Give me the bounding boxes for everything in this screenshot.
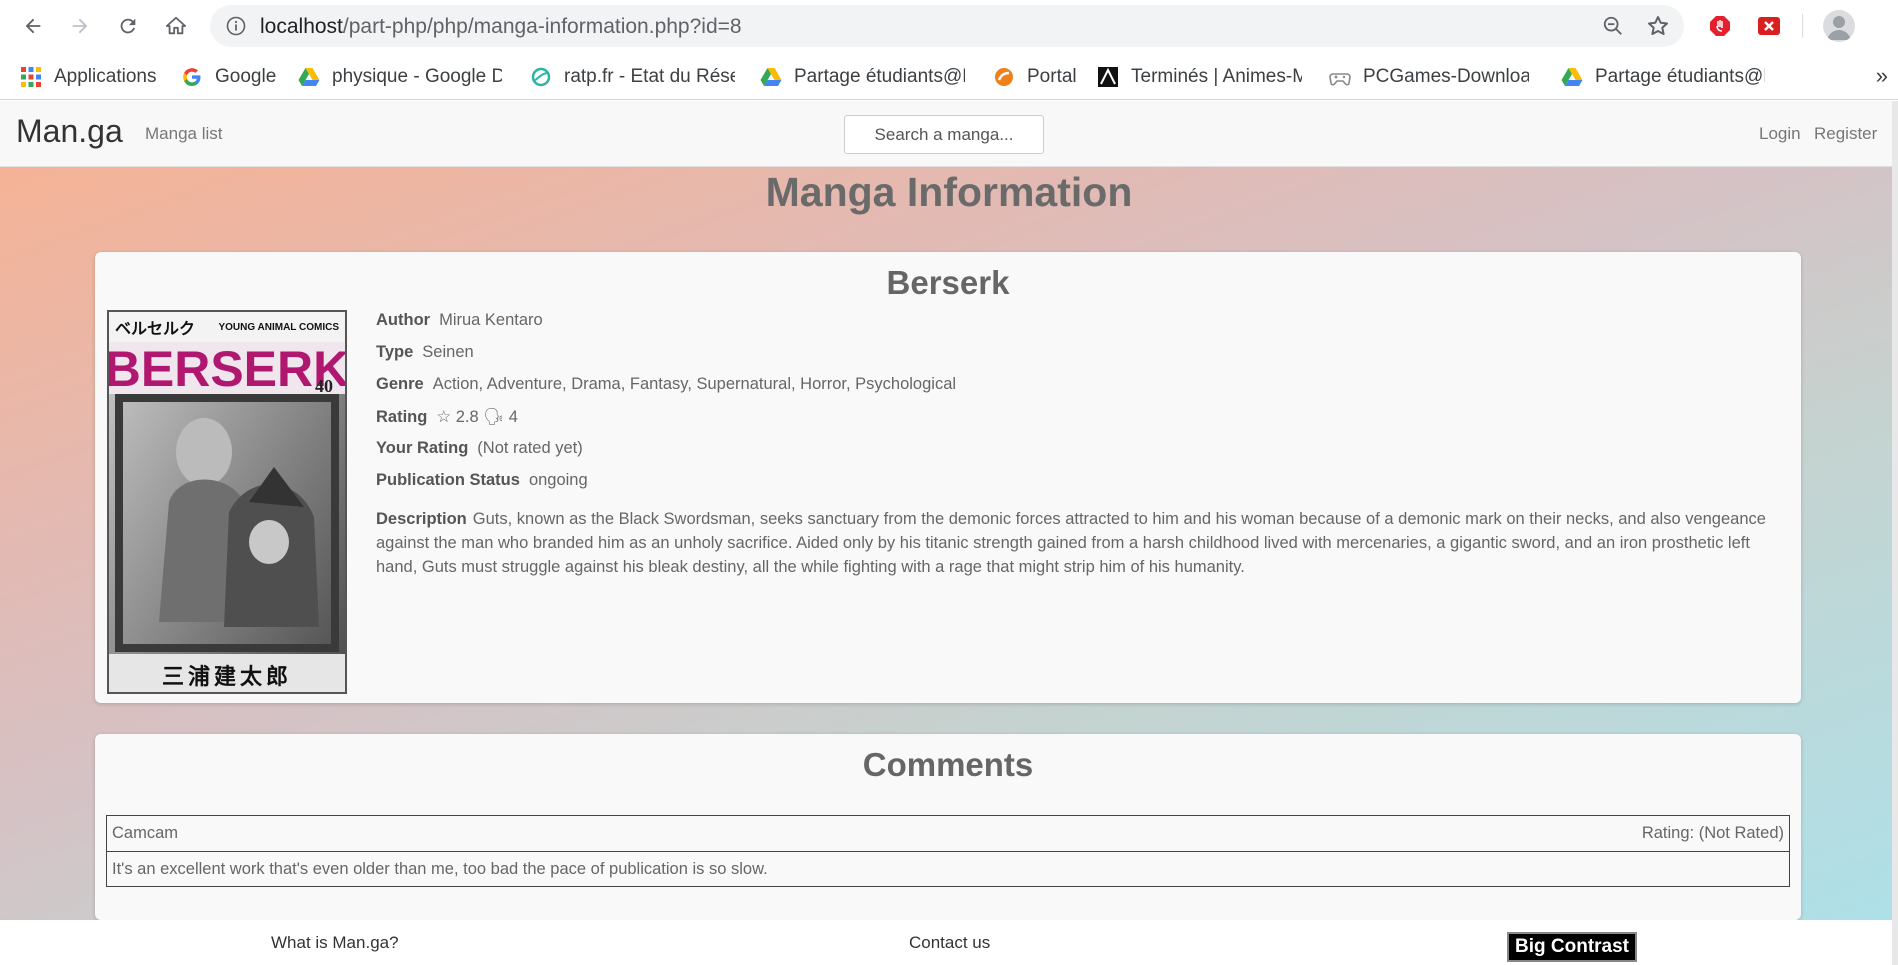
google-drive-icon (298, 68, 320, 86)
type-label: Type (376, 343, 414, 361)
bookmarks-overflow-icon[interactable]: » (1876, 63, 1888, 89)
bookmark-label: physique - Google Dr (332, 66, 502, 87)
site-navbar: Man.ga Manga list Login Register (0, 101, 1898, 167)
comment-header-row: Camcam Rating: (Not Rated) (107, 816, 1789, 851)
bookmark-ratp[interactable]: ratp.fr - Etat du Résea (530, 63, 735, 91)
address-bar[interactable]: localhost/part-php/php/manga-information… (210, 5, 1684, 47)
cover-author-kanji: 三浦建太郎 (162, 664, 292, 690)
type-value: Seinen (422, 343, 474, 361)
cover-volume: 40 (315, 376, 333, 396)
comment-body-row: It's an excellent work that's even older… (107, 851, 1789, 886)
contact-us-link[interactable]: Contact us (909, 933, 990, 953)
bookmark-label: Google (215, 66, 277, 87)
author-value: Mirua Kentaro (439, 311, 543, 329)
forward-button[interactable] (62, 8, 98, 44)
bookmark-label: Applications (54, 66, 157, 87)
publication-status-value: ongoing (528, 471, 588, 489)
url-path: /part-php/php/manga-information.php?id=8 (342, 15, 742, 38)
comments-card: Comments Camcam Rating: (Not Rated) It's… (95, 734, 1801, 920)
cover-kana-title: ベルセルク (115, 319, 195, 338)
bookmark-applications[interactable]: Applications (20, 63, 162, 91)
description-value: Guts, known as the Black Swordsman, seek… (376, 510, 1766, 576)
bookmark-pcgames[interactable]: PCGames-Download (1329, 63, 1529, 91)
profile-avatar-icon[interactable] (1823, 10, 1855, 42)
bookmark-label: PCGames-Download (1363, 66, 1529, 87)
your-rating-value[interactable]: (Not rated yet) (477, 439, 582, 457)
google-icon (183, 68, 201, 86)
genre-label: Genre (376, 375, 424, 393)
cover-publisher: YOUNG ANIMAL COMICS (218, 322, 339, 333)
cover-logo: BERSERK (109, 341, 345, 397)
apps-grid-icon (21, 67, 41, 87)
adblock-extension-icon[interactable] (1708, 14, 1732, 38)
comment-table: Camcam Rating: (Not Rated) It's an excel… (106, 815, 1790, 887)
publication-status-label: Publication Status (376, 471, 520, 489)
bookmark-star-icon[interactable] (1646, 14, 1670, 38)
browser-toolbar: localhost/part-php/php/manga-information… (0, 0, 1898, 54)
register-link[interactable]: Register (1814, 124, 1877, 144)
bookmark-partage-etudiants-1[interactable]: Partage étudiants@EF (760, 63, 965, 91)
home-button[interactable] (158, 8, 194, 44)
ratp-icon (531, 67, 551, 87)
your-rating-label: Your Rating (376, 439, 469, 457)
bookmark-label: Partage étudiants@EF (1595, 66, 1765, 87)
bookmark-google[interactable]: Google (181, 63, 281, 91)
gamepad-icon (1329, 73, 1351, 86)
page-scrollbar[interactable] (1892, 101, 1898, 965)
reload-icon (120, 18, 136, 34)
bookmark-partage-etudiants-2[interactable]: Partage étudiants@EF (1561, 63, 1765, 91)
manga-list-link[interactable]: Manga list (145, 124, 222, 144)
rating-row: Rating ☆ 2.8 🗣 4 (376, 407, 518, 427)
url-text: localhost/part-php/php/manga-information… (260, 15, 742, 39)
genre-row: Genre Action, Adventure, Drama, Fantasy, … (376, 375, 956, 394)
author-row: Author Mirua Kentaro (376, 311, 543, 330)
rating-label: Rating (376, 408, 428, 426)
toolbar-divider (1802, 14, 1803, 38)
comments-title: Comments (862, 746, 1034, 783)
bookmark-label: ratp.fr - Etat du Résea (564, 66, 735, 87)
back-button[interactable] (15, 8, 51, 44)
site-footer: What is Man.ga? Contact us Big Contrast (0, 920, 1898, 965)
type-row: Type Seinen (376, 343, 474, 362)
bookmark-label: Portal (1027, 66, 1077, 87)
search-input[interactable] (844, 115, 1044, 154)
brand-logo[interactable]: Man.ga (16, 113, 123, 150)
manga-cover-image: ベルセルク YOUNG ANIMAL COMICS BERSERK 40 三浦建… (107, 310, 347, 694)
arrow-left-icon (25, 18, 41, 34)
author-label: Author (376, 311, 431, 329)
main-content: Manga Information Berserk ベルセルク YOUNG AN… (0, 167, 1898, 920)
comment-rating: Rating: (Not Rated) (1641, 824, 1784, 842)
big-contrast-button[interactable]: Big Contrast (1507, 932, 1637, 962)
comment-text: It's an excellent work that's even older… (112, 859, 768, 878)
portal-icon (995, 68, 1013, 86)
google-drive-icon (760, 68, 782, 86)
bookmark-physique-drive[interactable]: physique - Google Dr (298, 63, 502, 91)
anime-icon (1098, 67, 1118, 87)
home-icon (165, 16, 187, 35)
bookmark-animes[interactable]: Terminés | Animes-M (1097, 63, 1302, 91)
publication-status-row: Publication Status ongoing (376, 471, 588, 490)
zoom-out-icon[interactable] (1602, 15, 1624, 37)
page-title: Manga Information (765, 169, 1133, 215)
url-host: localhost (260, 15, 343, 38)
your-rating-row: Your Rating (Not rated yet) (376, 439, 583, 458)
close-extension-icon[interactable] (1757, 14, 1781, 38)
rating-value: ☆ 2.8 🗣 4 (436, 408, 518, 426)
bookmark-portal[interactable]: Portal (993, 63, 1093, 91)
genre-value: Action, Adventure, Drama, Fantasy, Super… (432, 375, 957, 393)
bookmark-label: Terminés | Animes-M (1131, 66, 1302, 87)
login-link[interactable]: Login (1759, 124, 1801, 144)
info-icon (226, 16, 246, 36)
google-drive-icon (1561, 68, 1583, 86)
what-is-manga-link[interactable]: What is Man.ga? (271, 933, 399, 953)
bookmarks-bar: Applications Google physique - Google Dr… (0, 54, 1898, 100)
manga-title: Berserk (886, 264, 1010, 301)
description-label: Description (376, 510, 467, 528)
comment-user: Camcam (112, 824, 179, 842)
manga-info-card: Berserk ベルセルク YOUNG ANIMAL COMICS BERSER… (95, 252, 1801, 703)
reload-button[interactable] (110, 8, 146, 44)
arrow-right-icon (72, 18, 88, 34)
description-row: Description Guts, known as the Black Swor… (376, 507, 1776, 579)
bookmark-label: Partage étudiants@EF (794, 66, 965, 87)
